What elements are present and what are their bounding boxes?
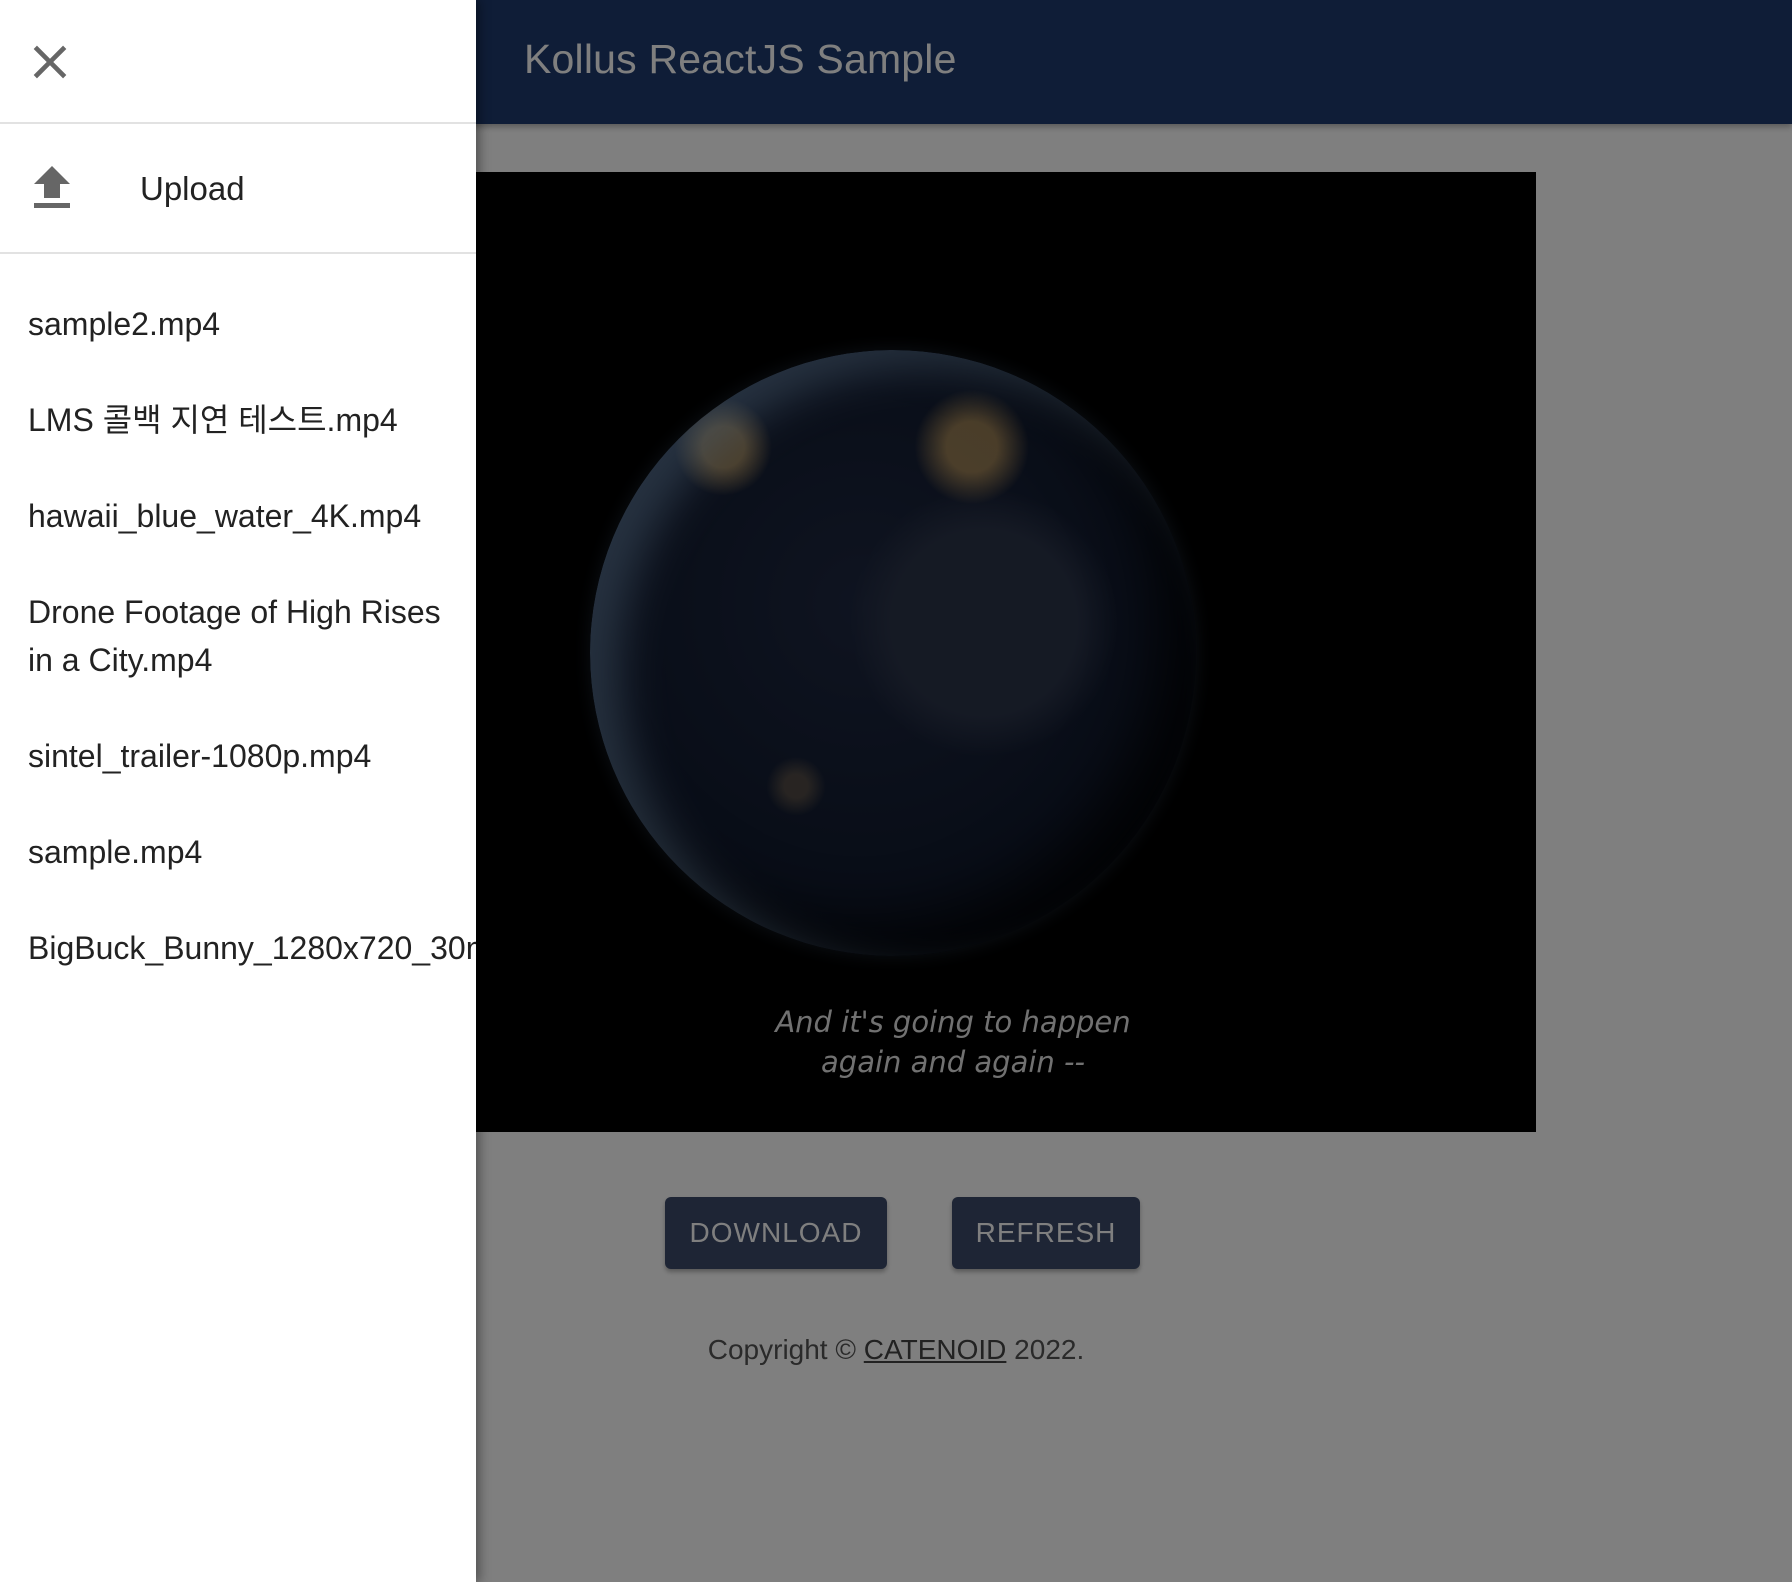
- side-drawer: Upload sample2.mp4 LMS 콜백 지연 테스트.mp4 haw…: [0, 0, 476, 1582]
- upload-label: Upload: [140, 170, 245, 207]
- file-item[interactable]: sample2.mp4: [0, 276, 476, 372]
- file-item[interactable]: LMS 콜백 지연 테스트.mp4: [0, 372, 476, 468]
- file-list: sample2.mp4 LMS 콜백 지연 테스트.mp4 hawaii_blu…: [0, 254, 476, 996]
- upload-menu-item[interactable]: Upload: [0, 124, 476, 254]
- app: Kollus ReactJS Sample And it's going to …: [0, 0, 1792, 1582]
- file-item[interactable]: BigBuck_Bunny_1280x720_30m: [0, 900, 476, 996]
- file-item[interactable]: hawaii_blue_water_4K.mp4: [0, 468, 476, 564]
- close-button[interactable]: [22, 34, 78, 90]
- close-icon: [33, 45, 67, 79]
- file-item[interactable]: Drone Footage of High Rises in a City.mp…: [0, 564, 476, 708]
- drawer-header: [0, 0, 476, 124]
- upload-icon: [34, 166, 70, 208]
- file-item[interactable]: sample.mp4: [0, 804, 476, 900]
- file-item[interactable]: sintel_trailer-1080p.mp4: [0, 708, 476, 804]
